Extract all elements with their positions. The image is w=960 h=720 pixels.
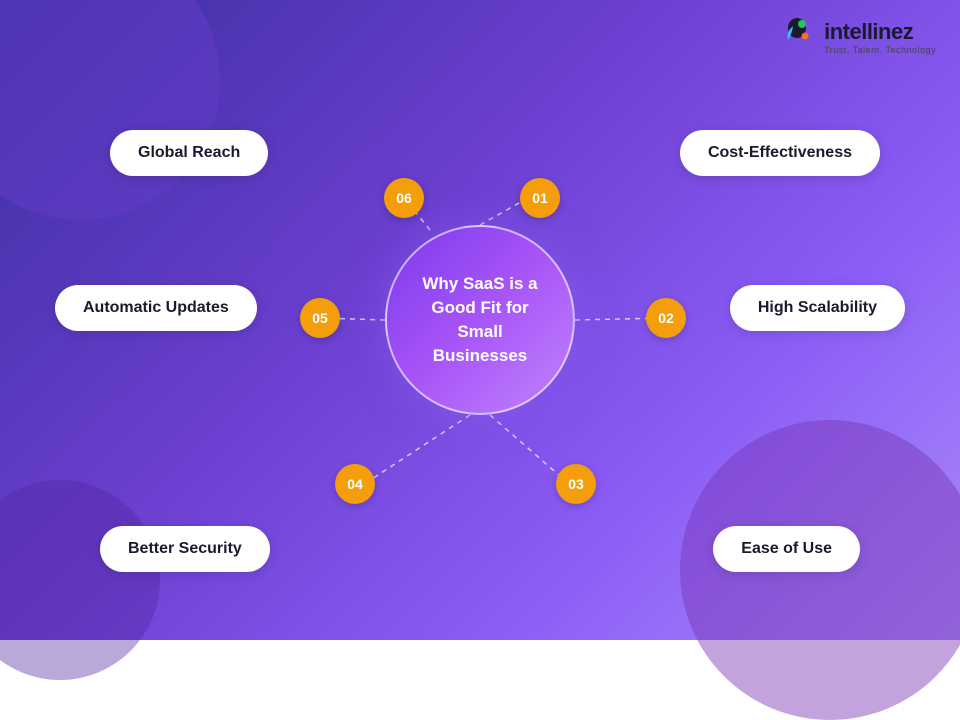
badge-number: 03 (568, 476, 584, 492)
badge-number: 01 (532, 190, 548, 206)
badge-number: 05 (312, 310, 328, 326)
badge-03: 03 (556, 464, 596, 504)
pill-label: Global Reach (138, 144, 240, 161)
badge-number: 02 (658, 310, 674, 326)
pill-label: Cost-Effectiveness (708, 144, 852, 161)
logo-name: intellinez (824, 19, 936, 45)
logo-tagline: Trust. Talent. Technology (824, 45, 936, 55)
pill-high-scalability: High Scalability (730, 285, 905, 331)
logo-text: intellinez Trust. Talent. Technology (824, 19, 936, 55)
badge-04: 04 (335, 464, 375, 504)
pill-label: Automatic Updates (83, 299, 229, 316)
badge-06: 06 (384, 178, 424, 218)
pill-label: High Scalability (758, 299, 877, 316)
logo-icon (778, 18, 816, 56)
pill-ease-of-use: Ease of Use (713, 526, 860, 572)
pill-automatic-updates: Automatic Updates (55, 285, 257, 331)
badge-01: 01 (520, 178, 560, 218)
badge-number: 06 (396, 190, 412, 206)
logo: intellinez Trust. Talent. Technology (778, 18, 936, 56)
pill-global-reach: Global Reach (110, 130, 268, 176)
badge-02: 02 (646, 298, 686, 338)
badge-number: 04 (347, 476, 363, 492)
center-circle: Why SaaS is aGood Fit forSmallBusinesses (385, 225, 575, 415)
pill-label: Ease of Use (741, 540, 832, 557)
main-content: intellinez Trust. Talent. Technology Why… (0, 0, 960, 640)
pill-better-security: Better Security (100, 526, 270, 572)
pill-cost-effectiveness: Cost-Effectiveness (680, 130, 880, 176)
pill-label: Better Security (128, 540, 242, 557)
badge-05: 05 (300, 298, 340, 338)
center-text: Why SaaS is aGood Fit forSmallBusinesses (422, 272, 537, 367)
